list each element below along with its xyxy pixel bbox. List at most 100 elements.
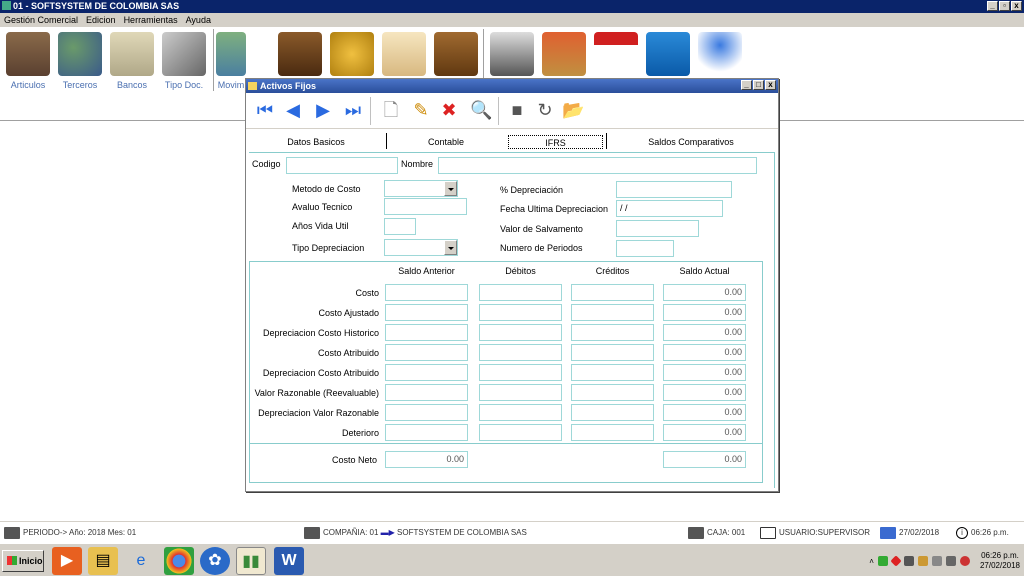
tipo-depreciacion-select[interactable]	[384, 239, 458, 256]
chevron-down-icon[interactable]	[444, 240, 457, 255]
taskbar-media-player[interactable]: ▶	[52, 547, 82, 575]
window-maximize-button[interactable]: □	[753, 80, 764, 90]
valor-salvamento-field[interactable]	[616, 220, 699, 237]
nombre-field[interactable]	[438, 157, 757, 174]
taskbar-chrome[interactable]	[164, 547, 194, 575]
creditos-cell[interactable]	[571, 304, 654, 321]
saldo-anterior-cell[interactable]	[385, 344, 468, 361]
saldo-actual-cell[interactable]: 0.00	[663, 404, 746, 421]
creditos-cell[interactable]	[571, 384, 654, 401]
debitos-cell[interactable]	[479, 424, 562, 441]
costo-neto-saldo-anterior[interactable]: 0.00	[385, 451, 468, 468]
search-icon[interactable]: 🔍	[470, 99, 492, 121]
toolbar-calendar[interactable]	[590, 32, 642, 76]
tray-antivirus-icon[interactable]	[890, 555, 902, 567]
tab-saldos-comparativos[interactable]: Saldos Comparativos	[626, 135, 756, 149]
saldo-actual-cell[interactable]: 0.00	[663, 364, 746, 381]
previous-record-icon[interactable]: ◀	[282, 99, 304, 121]
window-minimize-button[interactable]: _	[741, 80, 752, 90]
window-close-button[interactable]: x	[765, 80, 776, 90]
toolbar-teamviewer[interactable]	[642, 32, 694, 76]
toolbar-bancos[interactable]: Bancos	[106, 32, 158, 90]
codigo-field[interactable]	[286, 157, 398, 174]
avaluo-tecnico-field[interactable]	[384, 198, 467, 215]
menu-edicion[interactable]: Edicion	[86, 13, 116, 27]
toolbar-terceros[interactable]: Terceros	[54, 32, 106, 90]
next-record-icon[interactable]: ▶	[312, 99, 334, 121]
anos-vida-util-field[interactable]	[384, 218, 416, 235]
creditos-cell[interactable]	[571, 324, 654, 341]
saldo-anterior-cell[interactable]	[385, 324, 468, 341]
toolbar-briefcase[interactable]	[274, 32, 326, 76]
tab-datos-basicos[interactable]: Datos Basicos	[266, 135, 366, 149]
creditos-cell[interactable]	[571, 344, 654, 361]
toolbar-exit[interactable]	[694, 32, 746, 76]
pct-depreciacion-field[interactable]	[616, 181, 732, 198]
taskbar-clock[interactable]: 06:26 p.m. 27/02/2018	[980, 551, 1020, 571]
debitos-cell[interactable]	[479, 324, 562, 341]
saldo-actual-cell[interactable]: 0.00	[663, 324, 746, 341]
creditos-cell[interactable]	[571, 284, 654, 301]
tab-ifrs[interactable]: IFRS	[508, 135, 603, 149]
tray-volume-icon[interactable]	[959, 556, 970, 566]
minimize-button[interactable]: _	[987, 1, 998, 11]
menu-herramientas[interactable]: Herramientas	[124, 13, 178, 27]
toolbar-coins[interactable]	[326, 32, 378, 76]
tray-flag-icon[interactable]	[931, 556, 942, 566]
tray-network-icon[interactable]	[877, 556, 888, 566]
close-button[interactable]: x	[1011, 1, 1022, 11]
debitos-cell[interactable]	[479, 404, 562, 421]
menu-ayuda[interactable]: Ayuda	[186, 13, 211, 27]
restore-button[interactable]: ▫	[999, 1, 1010, 11]
open-folder-icon[interactable]: 📂	[562, 99, 584, 121]
toolbar-articulos[interactable]: Articulos	[2, 32, 54, 90]
debitos-cell[interactable]	[479, 284, 562, 301]
saldo-actual-cell[interactable]: 0.00	[663, 384, 746, 401]
debitos-cell[interactable]	[479, 364, 562, 381]
toolbar-notepad[interactable]	[378, 32, 430, 76]
taskbar-softsystem[interactable]: ▮▮	[236, 547, 266, 575]
toolbar-movimientos[interactable]: Movim	[216, 32, 246, 90]
new-document-icon[interactable]: 🗋	[380, 99, 402, 121]
toolbar-tipo-doc[interactable]: Tipo Doc.	[158, 32, 210, 90]
saldo-anterior-cell[interactable]	[385, 424, 468, 441]
saldo-anterior-cell[interactable]	[385, 304, 468, 321]
fecha-ultima-field[interactable]: / /	[616, 200, 723, 217]
saldo-anterior-cell[interactable]	[385, 404, 468, 421]
creditos-cell[interactable]	[571, 404, 654, 421]
metodo-costo-select[interactable]	[384, 180, 458, 197]
costo-neto-saldo-actual[interactable]: 0.00	[663, 451, 746, 468]
toolbar-printer[interactable]	[486, 32, 538, 76]
saldo-actual-cell[interactable]: 0.00	[663, 344, 746, 361]
menu-gestion-comercial[interactable]: Gestión Comercial	[4, 13, 78, 27]
chevron-down-icon[interactable]	[444, 181, 457, 196]
delete-icon[interactable]: ✖	[438, 99, 460, 121]
last-record-icon[interactable]: ⏭	[342, 99, 364, 121]
tray-sync-icon[interactable]	[903, 556, 914, 566]
saldo-actual-cell[interactable]: 0.00	[663, 304, 746, 321]
start-button[interactable]: Inicio	[2, 550, 44, 572]
tray-display-icon[interactable]	[945, 556, 956, 566]
save-icon[interactable]: ■	[506, 99, 528, 121]
creditos-cell[interactable]	[571, 364, 654, 381]
debitos-cell[interactable]	[479, 344, 562, 361]
saldo-anterior-cell[interactable]	[385, 284, 468, 301]
first-record-icon[interactable]: ⏮	[254, 99, 276, 121]
toolbar-address-book[interactable]	[430, 32, 482, 76]
taskbar-internet-explorer[interactable]: e	[126, 547, 156, 575]
saldo-actual-cell[interactable]: 0.00	[663, 284, 746, 301]
toolbar-home[interactable]	[538, 32, 590, 76]
taskbar-file-explorer[interactable]: ▤	[88, 547, 118, 575]
window-title-bar[interactable]: Activos Fijos _ □ x	[246, 79, 778, 93]
saldo-actual-cell[interactable]: 0.00	[663, 424, 746, 441]
taskbar-app-circle[interactable]: ✿	[200, 547, 230, 575]
saldo-anterior-cell[interactable]	[385, 364, 468, 381]
refresh-icon[interactable]: ↻	[534, 99, 556, 121]
saldo-anterior-cell[interactable]	[385, 384, 468, 401]
taskbar-word[interactable]: W	[274, 547, 304, 575]
tab-contable[interactable]: Contable	[396, 135, 496, 149]
edit-icon[interactable]: ✎	[410, 99, 432, 121]
numero-periodos-field[interactable]	[616, 240, 674, 257]
tray-user-icon[interactable]	[917, 556, 928, 566]
debitos-cell[interactable]	[479, 304, 562, 321]
